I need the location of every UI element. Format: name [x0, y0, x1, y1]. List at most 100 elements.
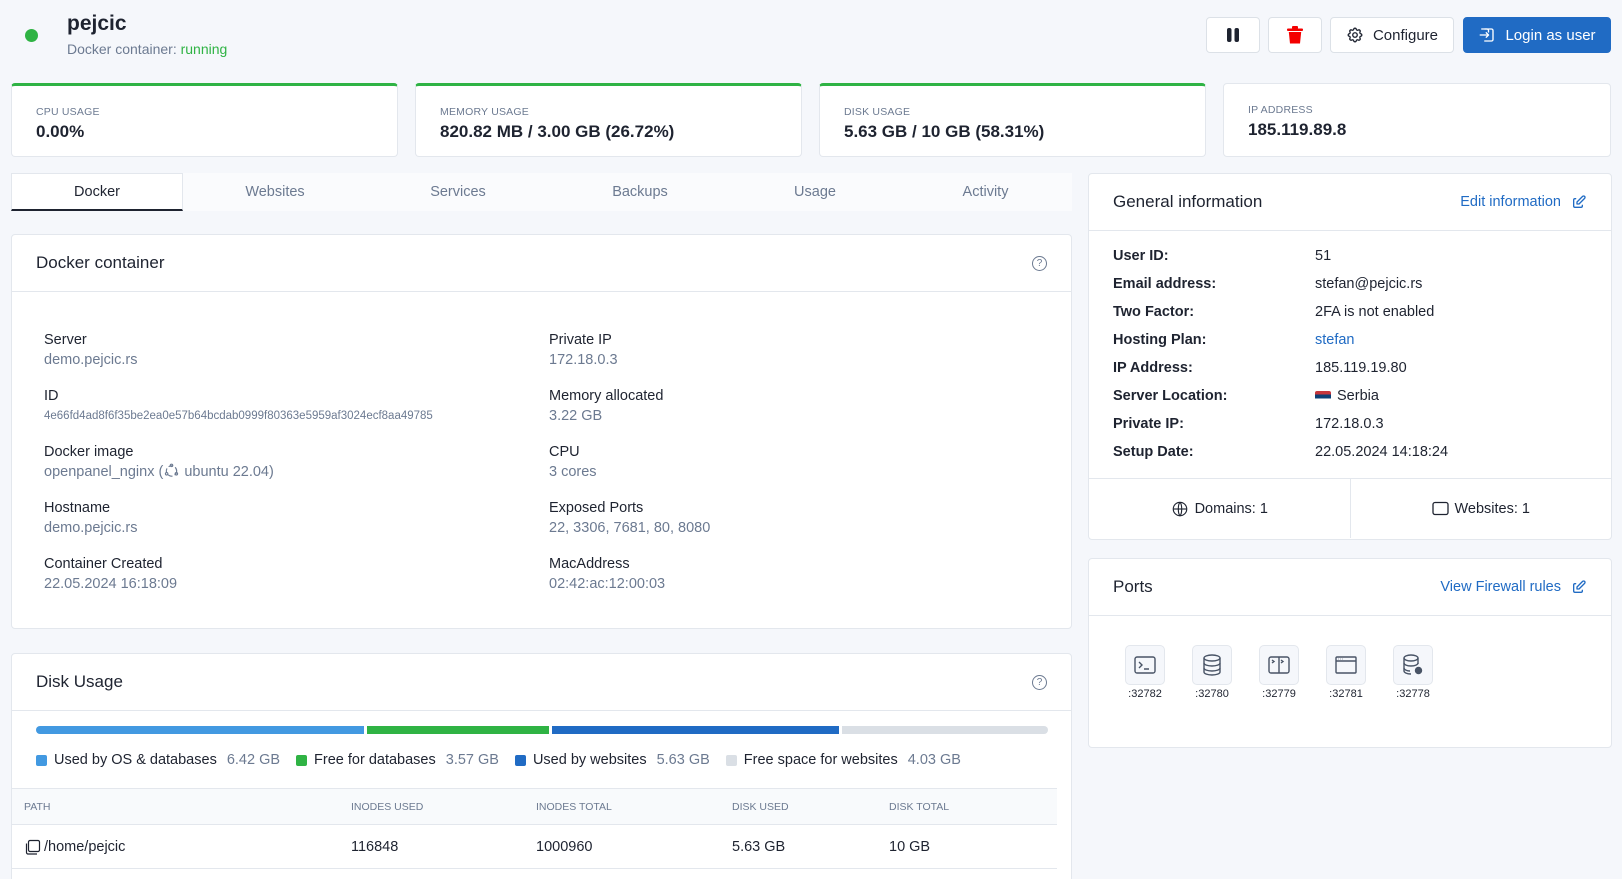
docker-container-card: Docker container ? Server demo.pejcic.rs…	[11, 234, 1072, 629]
serbia-flag-icon	[1315, 390, 1331, 402]
legend-value: 6.42 GB	[226, 752, 281, 768]
tab-backups[interactable]: Backups	[549, 173, 731, 211]
status-indicator	[25, 29, 38, 42]
info-user-id: User ID: 51	[1113, 248, 1332, 264]
port-item[interactable]: :32779	[1259, 645, 1299, 700]
disk-usage-bar	[36, 726, 1048, 734]
browser-window-icon	[1335, 656, 1357, 674]
legend-value: 4.03 GB	[907, 752, 961, 768]
info-private-ip: Private IP: 172.18.0.3	[1113, 416, 1384, 432]
detail-memory-allocated: Memory allocated 3.22 GB	[549, 388, 664, 424]
ip-address-value: 185.119.89.8	[1248, 120, 1347, 139]
browser-icon	[1431, 501, 1449, 516]
tab-websites[interactable]: Websites	[183, 173, 367, 211]
login-as-user-button[interactable]: Login as user	[1463, 17, 1611, 53]
detail-docker-image: Docker image openpanel_nginx (ubuntu 22.…	[44, 444, 274, 480]
detail-id: ID 4e66fd4ad8f6f35be2ea0e57b64bcdab0999f…	[44, 388, 433, 422]
websites-count[interactable]: Websites: 1	[1351, 479, 1612, 538]
gear-icon	[1347, 27, 1363, 43]
pause-icon	[1227, 28, 1239, 42]
legend-swatch	[514, 754, 526, 766]
database-icon	[1203, 654, 1221, 676]
cpu-usage-card: CPU USAGE 0.00%	[11, 83, 398, 157]
disk-bar-segment	[366, 726, 549, 734]
tab-usage[interactable]: Usage	[731, 173, 899, 211]
legend-label: Free for databases	[314, 752, 436, 768]
page-header: pejcic Docker container: running Configu…	[0, 0, 1622, 70]
edit-information-link[interactable]: Edit information	[1460, 194, 1587, 210]
detail-container-created: Container Created 22.05.2024 16:18:09	[44, 556, 178, 592]
legend-item: Used by websites 5.63 GB	[514, 752, 710, 768]
detail-hostname: Hostname demo.pejcic.rs	[44, 500, 138, 536]
disk-bar-segment	[36, 726, 364, 734]
disk-usage-legend: Used by OS & databases 6.42 GB Free for da…	[36, 752, 961, 768]
ip-address-card: IP ADDRESS 185.119.89.8	[1223, 83, 1611, 157]
detail-private-ip: Private IP 172.18.0.3	[549, 332, 618, 368]
port-item[interactable]: :32778	[1393, 645, 1433, 700]
port-item[interactable]: :32781	[1326, 645, 1366, 700]
view-firewall-rules-link[interactable]: View Firewall rules	[1440, 579, 1587, 595]
www-globe-icon	[1172, 501, 1187, 516]
container-details-right: Private IP 172.18.0.3 Memory allocated 3…	[549, 330, 710, 610]
tab-bar: Docker Websites Services Backups Usage A…	[11, 173, 1072, 211]
legend-item: Used by OS & databases 6.42 GB	[36, 752, 280, 768]
port-item[interactable]: :32780	[1192, 645, 1232, 700]
detail-cpu: CPU 3 cores	[549, 444, 597, 480]
general-information-card: General information Edit information Use…	[1088, 173, 1612, 540]
legend-value: 5.63 GB	[656, 752, 710, 768]
ubuntu-icon	[165, 463, 179, 477]
disk-usage-value: 5.63 GB / 10 GB (58.31%)	[844, 122, 1045, 141]
configure-button[interactable]: Configure	[1330, 17, 1454, 53]
legend-item: Free for databases 3.57 GB	[296, 752, 499, 768]
detail-server: Server demo.pejcic.rs	[44, 332, 138, 368]
folders-icon	[25, 839, 41, 855]
detail-exposed-ports: Exposed Ports 22, 3306, 7681, 80, 8080	[549, 500, 711, 536]
legend-label: Used by websites	[532, 752, 647, 768]
disk-usage-card: DISK USAGE 5.63 GB / 10 GB (58.31%)	[819, 83, 1206, 157]
memory-usage-card: MEMORY USAGE 820.82 MB / 3.00 GB (26.72%…	[415, 83, 802, 157]
tab-docker[interactable]: Docker	[11, 173, 183, 211]
general-information-title: General information	[1113, 192, 1263, 211]
trash-icon	[1287, 26, 1303, 44]
ports-list: :32782 :32780 :32779 :32781 :32778	[1125, 645, 1433, 700]
split-terminal-icon	[1268, 656, 1290, 674]
tab-services[interactable]: Services	[367, 173, 549, 211]
detail-mac-address: MacAddress 02:42:ac:12:00:03	[549, 556, 666, 592]
help-icon[interactable]: ?	[1032, 255, 1047, 271]
ports-card: Ports View Firewall rules :32782 :32780 …	[1088, 558, 1612, 748]
disk-bar-segment	[842, 726, 1048, 734]
help-icon[interactable]: ?	[1032, 674, 1047, 690]
pause-button[interactable]	[1206, 17, 1260, 53]
hosting-plan-link[interactable]: stefan	[1315, 332, 1355, 348]
legend-label: Used by OS & databases	[54, 752, 217, 768]
edit-icon	[1573, 580, 1586, 593]
info-two-factor: Two Factor: 2FA is not enabled	[1113, 304, 1435, 320]
login-icon	[1480, 28, 1495, 42]
info-server-location: Server Location: Serbia	[1113, 388, 1379, 404]
legend-value: 3.57 GB	[445, 752, 499, 768]
info-email: Email address: stefan@pejcic.rs	[1113, 276, 1423, 292]
edit-icon	[1573, 195, 1586, 208]
disk-usage-table: PATH INODES USED INODES TOTAL DISK USED …	[12, 788, 1057, 869]
general-info-list: User ID: 51 Email address: stefan@pejcic.r…	[1113, 242, 1448, 466]
info-setup-date: Setup Date: 22.05.2024 14:18:24	[1113, 444, 1449, 460]
container-details-left: Server demo.pejcic.rs ID 4e66fd4ad8f6f35…	[44, 330, 433, 610]
page-title: pejcic	[67, 12, 127, 35]
memory-usage-value: 820.82 MB / 3.00 GB (26.72%)	[440, 122, 675, 141]
table-row: /home/pejcic 116848 1000960 5.63 GB 10 G…	[12, 824, 1057, 868]
disk-usage-title: Disk Usage	[36, 672, 123, 691]
docker-container-title: Docker container	[36, 253, 165, 272]
container-status: Docker container: running	[67, 41, 228, 57]
table-header: PATH INODES USED INODES TOTAL DISK USED …	[12, 788, 1057, 824]
disk-bar-segment	[551, 726, 840, 734]
port-item[interactable]: :32782	[1125, 645, 1165, 700]
cpu-usage-value: 0.00%	[36, 122, 85, 141]
legend-swatch	[36, 754, 47, 766]
status-text: running	[180, 41, 228, 57]
tab-activity[interactable]: Activity	[899, 173, 1072, 211]
domains-count[interactable]: Domains: 1	[1089, 479, 1351, 538]
terminal-icon	[1134, 656, 1156, 674]
delete-button[interactable]	[1268, 17, 1322, 53]
disk-usage-panel: Disk Usage ? Used by OS & databases 6.42 …	[11, 653, 1072, 879]
ports-title: Ports	[1113, 577, 1153, 596]
